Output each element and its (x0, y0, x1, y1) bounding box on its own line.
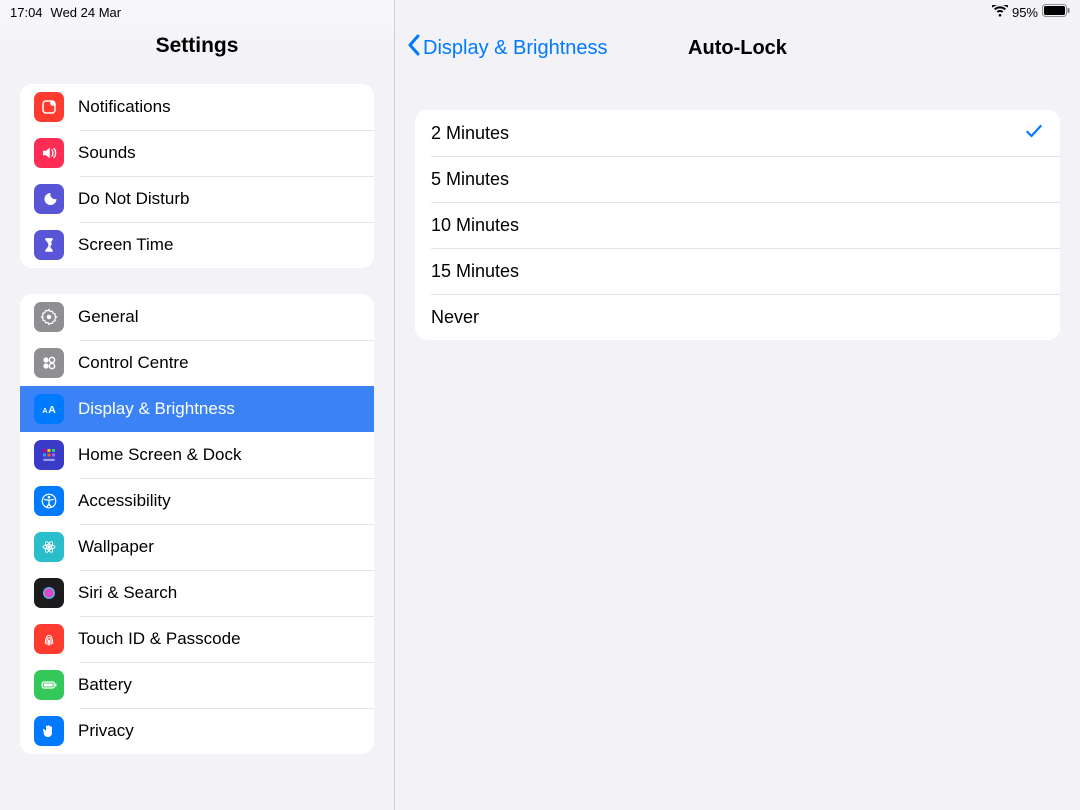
sidebar-item-label: Screen Time (78, 235, 173, 255)
sidebar-item-label: Accessibility (78, 491, 171, 511)
sidebar-item-siri-search[interactable]: Siri & Search (20, 570, 374, 616)
chevron-left-icon (407, 34, 421, 62)
sidebar-item-label: Control Centre (78, 353, 189, 373)
autolock-option[interactable]: 15 Minutes (415, 248, 1060, 294)
sidebar-item-label: Privacy (78, 721, 134, 741)
notifications-icon (34, 92, 64, 122)
sidebar-item-control-centre[interactable]: Control Centre (20, 340, 374, 386)
autolock-option[interactable]: 5 Minutes (415, 156, 1060, 202)
sounds-icon (34, 138, 64, 168)
privacy-icon (34, 716, 64, 746)
sidebar-item-display-brightness[interactable]: AA Display & Brightness (20, 386, 374, 432)
touchid-icon (34, 624, 64, 654)
battery-icon (1042, 4, 1070, 20)
option-label: 15 Minutes (431, 261, 519, 282)
sidebar-item-label: Do Not Disturb (78, 189, 189, 209)
sidebar-item-wallpaper[interactable]: Wallpaper (20, 524, 374, 570)
screentime-icon (34, 230, 64, 260)
general-icon (34, 302, 64, 332)
checkmark-icon (1024, 121, 1044, 146)
autolock-option[interactable]: 2 Minutes (415, 110, 1060, 156)
sidebar-item-sounds[interactable]: Sounds (20, 130, 374, 176)
dnd-icon (34, 184, 64, 214)
option-label: 2 Minutes (431, 123, 509, 144)
siri-icon (34, 578, 64, 608)
option-label: Never (431, 307, 479, 328)
sidebar-item-label: Touch ID & Passcode (78, 629, 241, 649)
control-icon (34, 348, 64, 378)
sidebar-item-do-not-disturb[interactable]: Do Not Disturb (20, 176, 374, 222)
display-icon: AA (34, 394, 64, 424)
option-label: 5 Minutes (431, 169, 509, 190)
autolock-option[interactable]: Never (415, 294, 1060, 340)
sidebar-item-label: Display & Brightness (78, 399, 235, 419)
sidebar-item-label: Siri & Search (78, 583, 177, 603)
autolock-options: 2 Minutes 5 Minutes 10 Minutes 15 Minutes Ne… (415, 110, 1060, 340)
sidebar-item-accessibility[interactable]: Accessibility (20, 478, 374, 524)
detail-pane: Display & Brightness Auto-Lock 2 Minutes… (395, 0, 1080, 810)
settings-title: Settings (0, 24, 394, 74)
sidebar-item-screen-time[interactable]: Screen Time (20, 222, 374, 268)
sidebar-item-label: Home Screen & Dock (78, 445, 241, 465)
settings-sidebar: Settings Notifications Sounds Do Not Distu… (0, 0, 395, 810)
wallpaper-icon (34, 532, 64, 562)
svg-text:A: A (48, 404, 56, 416)
sidebar-item-label: Battery (78, 675, 132, 695)
status-time: 17:04 (10, 5, 43, 20)
svg-text:A: A (42, 406, 48, 415)
option-label: 10 Minutes (431, 215, 519, 236)
sidebar-item-general[interactable]: General (20, 294, 374, 340)
sidebar-item-notifications[interactable]: Notifications (20, 84, 374, 130)
status-date: Wed 24 Mar (51, 5, 122, 20)
sidebar-item-label: Notifications (78, 97, 171, 117)
sidebar-item-label: Wallpaper (78, 537, 154, 557)
back-button[interactable]: Display & Brightness (407, 34, 608, 62)
sidebar-item-privacy[interactable]: Privacy (20, 708, 374, 754)
status-bar: 17:04 Wed 24 Mar 95% (0, 0, 1080, 22)
autolock-option[interactable]: 10 Minutes (415, 202, 1060, 248)
sidebar-item-touch-id-passcode[interactable]: Touch ID & Passcode (20, 616, 374, 662)
battery-icon (34, 670, 64, 700)
wifi-icon (992, 5, 1008, 20)
sidebar-item-label: Sounds (78, 143, 136, 163)
back-label: Display & Brightness (423, 37, 608, 60)
home-icon (34, 440, 64, 470)
sidebar-item-label: General (78, 307, 138, 327)
sidebar-item-battery[interactable]: Battery (20, 662, 374, 708)
accessibility-icon (34, 486, 64, 516)
battery-percent: 95% (1012, 5, 1038, 20)
sidebar-item-home-screen-dock[interactable]: Home Screen & Dock (20, 432, 374, 478)
